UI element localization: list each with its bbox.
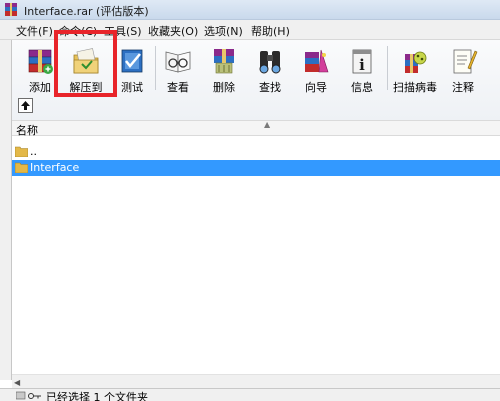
folder-icon [15,146,28,157]
comment-button[interactable]: 注释 [441,46,485,94]
window-title: Interface.rar (评估版本) [24,5,149,18]
winrar-icon [5,3,17,16]
delete-icon [214,49,234,74]
delete-button[interactable]: 删除 [202,46,246,94]
column-header-label: 名称 [16,124,38,137]
find-icon [259,51,281,74]
wizard-icon [305,49,329,73]
list-item-name: Interface [30,161,80,174]
column-header-name[interactable]: 名称 ▲ [12,120,500,137]
list-item-name: .. [30,145,37,158]
view-button[interactable]: 查看 [156,46,200,94]
add-archive-icon [28,49,53,74]
test-icon [121,49,143,73]
status-bar: 已经选择 1 个文件夹 [0,388,500,401]
status-text: 已经选择 1 个文件夹 [46,391,148,401]
up-one-level-button[interactable] [18,98,33,113]
wizard-button[interactable]: 向导 [294,46,338,94]
file-list[interactable]: .. Interface [12,137,500,380]
info-label: 信息 [351,81,373,94]
annotation-highlight-box [54,30,117,97]
title-bar[interactable]: Interface.rar (评估版本) [0,0,500,20]
list-item-selected[interactable]: Interface [12,160,500,176]
comment-label: 注释 [452,81,474,94]
scroll-left-icon[interactable]: ◀ [14,378,20,387]
find-button[interactable]: 查找 [248,46,292,94]
menu-help[interactable]: 帮助(H) [251,23,290,39]
window-left-frame [0,40,12,380]
up-arrow-icon [21,101,30,110]
comment-icon [453,49,478,74]
horizontal-scrollbar[interactable]: ◀ [12,374,500,388]
view-icon [165,51,191,73]
virus-scan-icon [405,51,427,73]
virus-scan-button[interactable]: 扫描病毒 [393,46,437,94]
info-icon: i [352,49,372,74]
status-drive-key-icon [16,391,41,400]
info-button[interactable]: i 信息 [340,46,384,94]
list-item[interactable]: .. [12,144,500,160]
menu-file[interactable]: 文件(F) [16,23,53,39]
menu-favorites[interactable]: 收藏夹(O) [148,23,198,39]
folder-icon [15,162,28,173]
menu-options[interactable]: 选项(N) [204,23,243,39]
svg-text:i: i [359,56,365,74]
sort-ascending-icon: ▲ [264,120,271,129]
